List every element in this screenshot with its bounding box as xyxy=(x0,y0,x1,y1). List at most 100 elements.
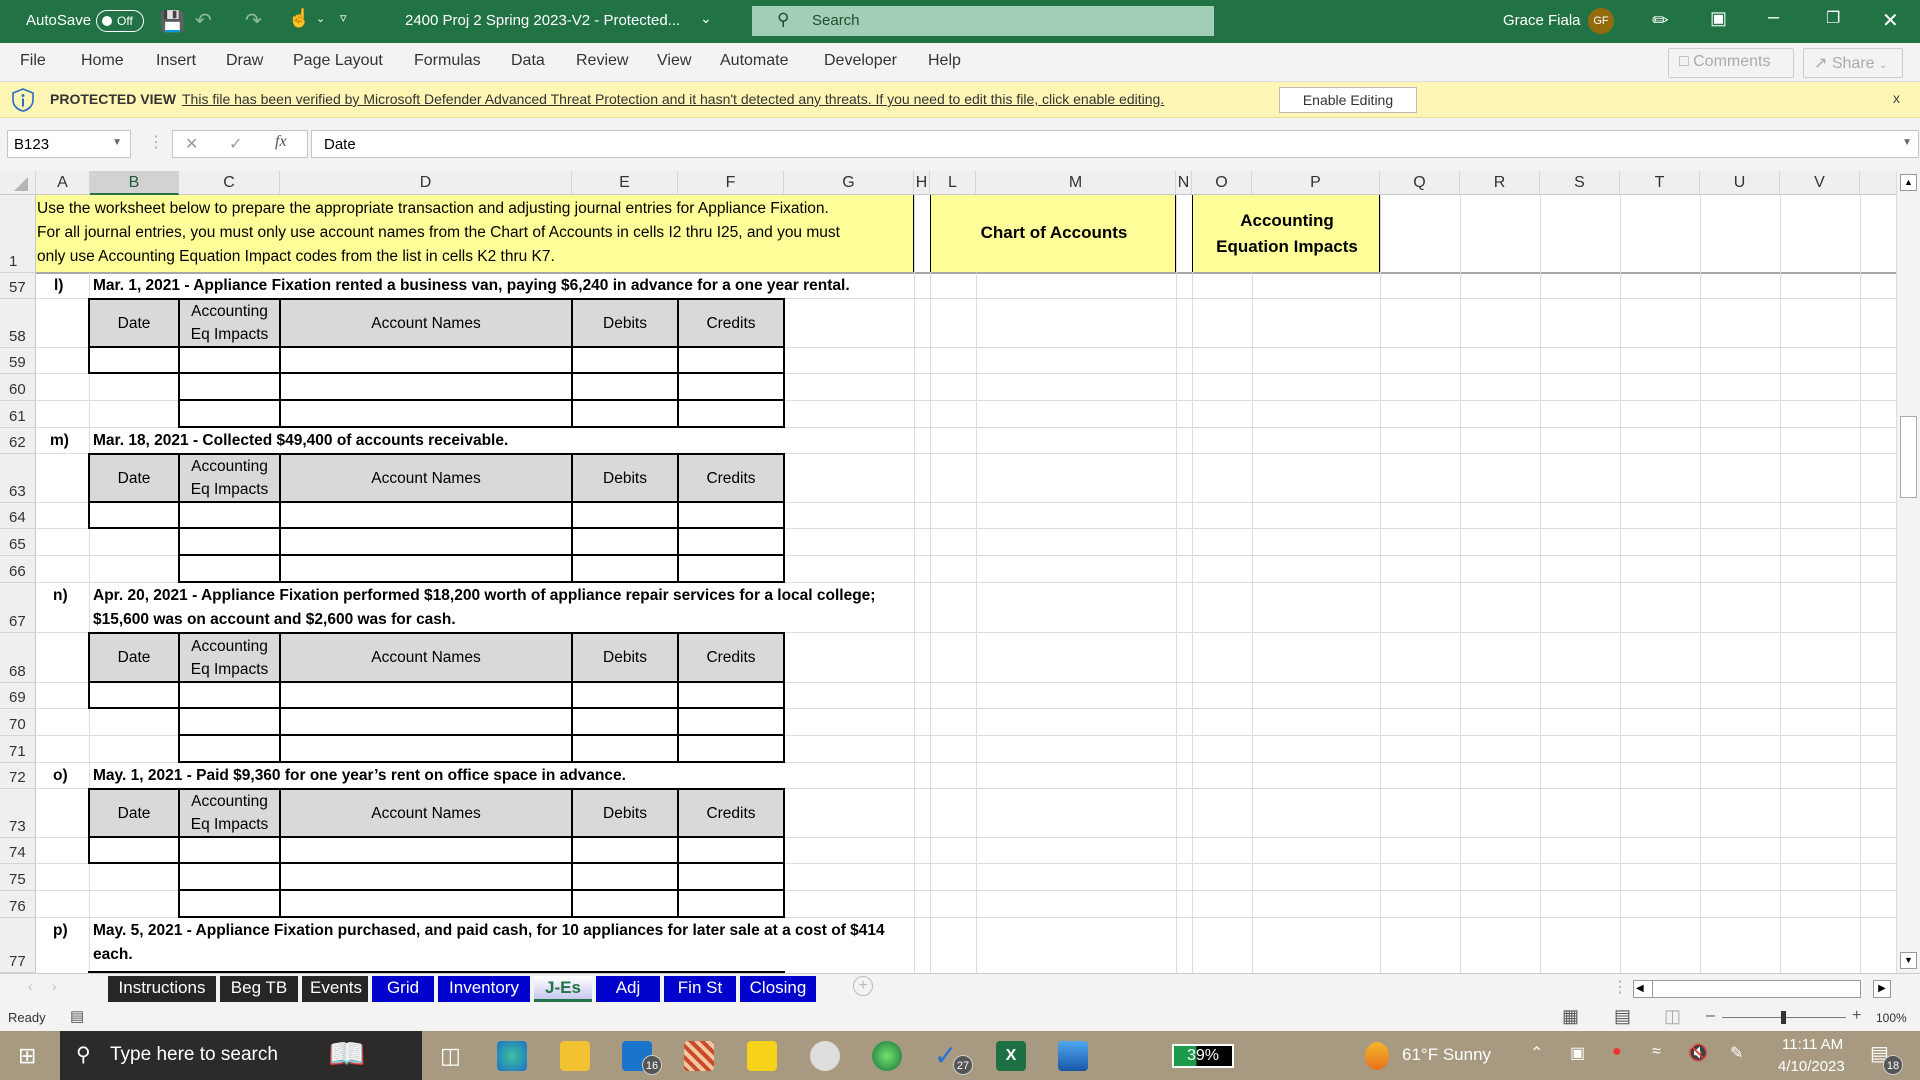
weather-text[interactable]: 61°F Sunny xyxy=(1402,1045,1491,1065)
column-header-b[interactable]: B xyxy=(90,171,179,195)
debit-cell[interactable] xyxy=(571,707,679,736)
account-name-cell[interactable] xyxy=(279,862,573,891)
account-name-cell[interactable] xyxy=(279,681,573,709)
credit-cell[interactable] xyxy=(677,501,785,529)
column-header-h[interactable]: H xyxy=(914,171,930,195)
row-header-71[interactable]: 71 xyxy=(0,736,36,763)
credit-cell[interactable] xyxy=(677,554,785,583)
volume-muted-icon[interactable]: 🔇 xyxy=(1688,1043,1708,1063)
comments-button[interactable]: □ Comments xyxy=(1668,48,1794,78)
debit-cell[interactable] xyxy=(571,862,679,891)
credit-cell[interactable] xyxy=(677,527,785,556)
row-header-69[interactable]: 69 xyxy=(0,683,36,709)
app-icon[interactable] xyxy=(872,1041,902,1071)
column-header-c[interactable]: C xyxy=(179,171,280,195)
close-icon[interactable]: x xyxy=(1893,90,1900,106)
taskbar-search-input[interactable]: ⚲ Type here to search 📖 xyxy=(60,1031,422,1080)
date-cell[interactable] xyxy=(88,346,180,374)
tab-draw[interactable]: Draw xyxy=(226,52,263,70)
tab-view[interactable]: View xyxy=(657,52,691,70)
row-header-59[interactable]: 59 xyxy=(0,348,36,374)
impacts-cell[interactable] xyxy=(178,889,281,918)
edge-icon[interactable] xyxy=(497,1041,527,1071)
horizontal-scrollbar[interactable]: ◀ xyxy=(1633,980,1861,998)
credit-cell[interactable] xyxy=(677,372,785,401)
clock-icon[interactable] xyxy=(810,1041,840,1071)
sheet-tab-instructions[interactable]: Instructions xyxy=(108,976,216,1002)
undo-icon[interactable]: ↶ xyxy=(195,8,212,33)
vertical-scrollbar[interactable]: ▲ ▼ xyxy=(1896,171,1920,973)
column-header-d[interactable]: D xyxy=(280,171,572,195)
debit-cell[interactable] xyxy=(571,372,679,401)
ribbon-display-icon[interactable]: ▣ xyxy=(1710,8,1727,29)
sheet-tab-j-es[interactable]: J-Es xyxy=(534,976,592,1002)
file-explorer-icon[interactable] xyxy=(560,1041,590,1071)
account-name-cell[interactable] xyxy=(279,346,573,374)
row-header-74[interactable]: 74 xyxy=(0,838,36,864)
zoom-slider-thumb[interactable] xyxy=(1781,1011,1786,1024)
sheet-tab-inventory[interactable]: Inventory xyxy=(438,976,530,1002)
zoom-in-icon[interactable]: + xyxy=(1852,1007,1861,1025)
insert-function-icon[interactable]: fx xyxy=(275,133,287,151)
scroll-left-arrow-icon[interactable]: ◀ xyxy=(1636,981,1644,997)
impacts-cell[interactable] xyxy=(178,346,281,374)
row-header-64[interactable]: 64 xyxy=(0,503,36,529)
tab-review[interactable]: Review xyxy=(576,52,628,70)
splitter-icon[interactable]: ⋮ xyxy=(1612,977,1628,997)
account-name-cell[interactable] xyxy=(279,501,573,529)
tab-formulas[interactable]: Formulas xyxy=(414,52,481,70)
minimize-icon[interactable]: – xyxy=(1768,6,1779,29)
page-layout-view-icon[interactable]: ▤ xyxy=(1614,1006,1631,1027)
credit-cell[interactable] xyxy=(677,681,785,709)
impacts-cell[interactable] xyxy=(178,681,281,709)
tab-automate[interactable]: Automate xyxy=(720,52,788,70)
show-hidden-icons-icon[interactable]: ⌃ xyxy=(1530,1043,1543,1063)
restore-icon[interactable]: ❐ xyxy=(1826,8,1840,28)
scroll-up-arrow-icon[interactable]: ▲ xyxy=(1900,174,1917,191)
credit-cell[interactable] xyxy=(677,399,785,428)
credit-cell[interactable] xyxy=(677,862,785,891)
next-sheet-icon[interactable]: › xyxy=(52,978,57,994)
tab-insert[interactable]: Insert xyxy=(156,52,196,70)
wifi-icon[interactable]: ≈ xyxy=(1652,1043,1661,1061)
onedrive-error-icon[interactable]: ● xyxy=(1612,1043,1622,1061)
row-header-72[interactable]: 72 xyxy=(0,763,36,789)
row-header-73[interactable]: 73 xyxy=(0,789,36,838)
chart-of-accounts-cell[interactable]: Chart of Accounts xyxy=(930,195,1176,272)
sheet-tab-events[interactable]: Events xyxy=(302,976,368,1002)
debit-cell[interactable] xyxy=(571,734,679,763)
row-header-76[interactable]: 76 xyxy=(0,891,36,918)
sheet-tab-adj-tb[interactable]: Adj TB xyxy=(596,976,660,1021)
acct-eq-impacts-cell[interactable]: Accounting Equation Impacts xyxy=(1192,195,1380,272)
debit-cell[interactable] xyxy=(571,889,679,918)
column-header-p[interactable]: P xyxy=(1252,171,1380,195)
date-cell[interactable] xyxy=(88,836,180,864)
enter-icon[interactable]: ✓ xyxy=(229,134,242,154)
clock-date[interactable]: 4/10/2023 xyxy=(1778,1058,1845,1075)
sheet-tab-grid[interactable]: Grid xyxy=(372,976,434,1002)
column-header-n[interactable]: N xyxy=(1176,171,1192,195)
tab-developer[interactable]: Developer xyxy=(824,52,897,70)
protected-view-message[interactable]: This file has been verified by Microsoft… xyxy=(182,91,1164,107)
excel-icon[interactable]: X xyxy=(996,1041,1026,1071)
formula-input[interactable]: Date ▼ xyxy=(311,130,1919,158)
sheet-tab-fin-st[interactable]: Fin St xyxy=(664,976,736,1002)
debit-cell[interactable] xyxy=(571,554,679,583)
chevron-down-icon[interactable]: ⌄ xyxy=(316,12,325,25)
impacts-cell[interactable] xyxy=(178,501,281,529)
zoom-level[interactable]: 100% xyxy=(1876,1011,1907,1025)
impacts-cell[interactable] xyxy=(178,554,281,583)
row-header-70[interactable]: 70 xyxy=(0,709,36,736)
page-break-view-icon[interactable]: ◫ xyxy=(1664,1006,1681,1027)
credit-cell[interactable] xyxy=(677,734,785,763)
credit-cell[interactable] xyxy=(677,836,785,864)
row-header-75[interactable]: 75 xyxy=(0,864,36,891)
share-button[interactable]: ↗ Share ⌄ xyxy=(1803,48,1903,78)
column-header-t[interactable]: T xyxy=(1620,171,1700,195)
document-title[interactable]: 2400 Proj 2 Spring 2023-V2 - Protected..… xyxy=(405,12,680,29)
accessibility-icon[interactable]: ▤ xyxy=(70,1007,84,1025)
column-header-s[interactable]: S xyxy=(1540,171,1620,195)
scroll-down-arrow-icon[interactable]: ▼ xyxy=(1900,952,1917,969)
customize-qat-icon[interactable]: ▿ xyxy=(340,10,347,26)
enable-editing-button[interactable]: Enable Editing xyxy=(1279,87,1417,113)
